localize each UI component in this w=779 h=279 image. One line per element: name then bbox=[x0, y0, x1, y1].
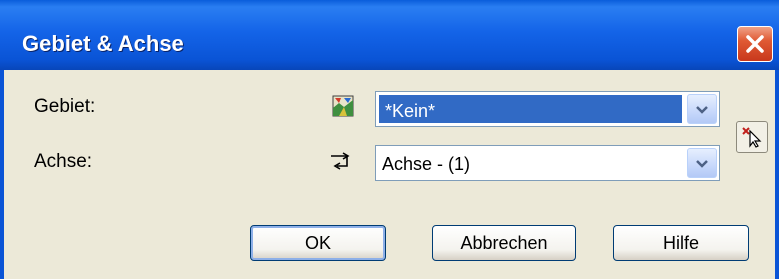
gebiet-dropdown-button[interactable] bbox=[687, 94, 717, 124]
window-title: Gebiet & Achse bbox=[22, 31, 184, 56]
achse-combobox[interactable]: Achse - (1) bbox=[375, 145, 720, 181]
help-button[interactable]: Hilfe bbox=[613, 225, 749, 261]
gebiet-value: *Kein* bbox=[385, 101, 436, 121]
title-bar[interactable]: Gebiet & Achse bbox=[0, 0, 779, 70]
achse-label: Achse: bbox=[34, 151, 93, 172]
axis-arrows-icon bbox=[331, 152, 350, 170]
close-icon bbox=[746, 35, 764, 53]
gebiet-combobox[interactable]: *Kein* bbox=[375, 91, 720, 127]
chevron-down-icon bbox=[696, 106, 708, 114]
chevron-down-icon bbox=[696, 160, 708, 168]
cancel-button[interactable]: Abbrechen bbox=[432, 225, 576, 261]
window-frame-left bbox=[0, 70, 4, 279]
achse-dropdown-button[interactable] bbox=[687, 148, 717, 178]
dialog-window: Gebiet & Achse Gebiet: *Kein* Achse: Ach… bbox=[0, 0, 779, 279]
pick-from-map-button[interactable] bbox=[736, 121, 768, 153]
gebiet-label: Gebiet: bbox=[34, 96, 96, 117]
area-map-icon bbox=[332, 95, 354, 117]
window-frame-right bbox=[775, 70, 779, 279]
achse-value: Achse - (1) bbox=[382, 154, 471, 174]
close-button[interactable] bbox=[737, 26, 773, 62]
pick-cursor-icon bbox=[742, 127, 762, 148]
ok-button[interactable]: OK bbox=[250, 225, 386, 261]
